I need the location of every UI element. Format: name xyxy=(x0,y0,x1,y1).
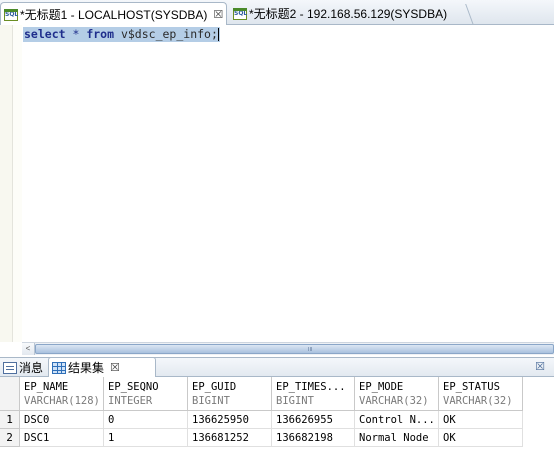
editor-tab-label: *无标题2 - 192.168.56.129(SYSDBA) xyxy=(249,7,448,21)
table-cell[interactable]: 136681252 xyxy=(188,429,272,447)
column-header-ep-seqno[interactable]: EP_SEQNO INTEGER xyxy=(104,377,188,411)
column-header-ep-guid[interactable]: EP_GUID BIGINT xyxy=(188,377,272,411)
scrollbar-thumb[interactable]: III xyxy=(35,344,554,354)
editor-ruler xyxy=(0,25,13,342)
column-name: EP_NAME xyxy=(24,381,69,393)
restore-icon[interactable]: ☒ xyxy=(535,360,545,373)
sql-star: * xyxy=(65,27,87,41)
sql-table-name: v$dsc_ep_info; xyxy=(114,27,218,41)
row-number[interactable]: 1 xyxy=(0,411,20,429)
close-icon[interactable]: ☒ xyxy=(110,361,120,374)
column-header-ep-timestamp[interactable]: EP_TIMES... BIGINT xyxy=(272,377,355,411)
scrollbar-grip: III xyxy=(308,347,313,353)
table-cell[interactable]: OK xyxy=(439,411,523,429)
editor-horizontal-scrollbar[interactable]: < III xyxy=(22,342,554,355)
table-cell[interactable]: 136682198 xyxy=(272,429,355,447)
close-icon[interactable]: ☒ xyxy=(213,8,223,21)
table-cell[interactable]: Normal Node xyxy=(355,429,439,447)
sql-code-line[interactable]: select * from v$dsc_ep_info; xyxy=(23,27,220,42)
result-grid[interactable]: EP_NAME VARCHAR(128) EP_SEQNO INTEGER EP… xyxy=(0,377,554,450)
column-type: BIGINT xyxy=(276,395,314,407)
column-type: INTEGER xyxy=(108,395,153,407)
sql-file-icon: SQL xyxy=(233,7,247,20)
table-cell[interactable]: Control N... xyxy=(355,411,439,429)
text-caret xyxy=(217,28,219,41)
column-name: EP_STATUS xyxy=(443,381,500,393)
column-name: EP_GUID xyxy=(192,381,237,393)
editor-annotation-ruler xyxy=(13,25,22,342)
sql-keyword-select: select xyxy=(24,27,66,41)
table-cell[interactable]: DSC1 xyxy=(20,429,104,447)
column-header-ep-status[interactable]: EP_STATUS VARCHAR(32) xyxy=(439,377,523,411)
table-cell[interactable]: OK xyxy=(439,429,523,447)
sql-file-icon: SQL xyxy=(4,8,18,21)
tab-messages[interactable]: 消息 xyxy=(3,358,47,377)
tab-resultset[interactable]: 结果集 ☒ xyxy=(48,357,156,377)
column-name: EP_TIMES... xyxy=(276,381,346,393)
tab-resultset-label: 结果集 xyxy=(68,361,105,375)
row-number[interactable]: 2 xyxy=(0,429,20,447)
editor-tab-label: *无标题1 - LOCALHOST(SYSDBA) xyxy=(20,8,208,22)
editor-tab-bar: SQL *无标题1 - LOCALHOST(SYSDBA) ☒ SQL *无标题… xyxy=(0,0,554,26)
editor-tab-untitled1[interactable]: SQL *无标题1 - LOCALHOST(SYSDBA) ☒ xyxy=(0,2,227,26)
column-header-ep-name[interactable]: EP_NAME VARCHAR(128) xyxy=(20,377,104,411)
grid-icon xyxy=(52,361,66,374)
tab-messages-label: 消息 xyxy=(19,361,44,375)
column-type: BIGINT xyxy=(192,395,230,407)
message-icon xyxy=(3,361,17,374)
column-type: VARCHAR(128) xyxy=(24,395,100,407)
result-panel-tab-bar: 消息 结果集 ☒ ☒ xyxy=(0,357,554,377)
column-header-ep-mode[interactable]: EP_MODE VARCHAR(32) xyxy=(355,377,439,411)
grid-corner xyxy=(0,377,20,411)
scroll-left-arrow-icon[interactable]: < xyxy=(22,343,35,355)
sql-keyword-from: from xyxy=(86,27,115,41)
table-cell[interactable]: DSC0 xyxy=(20,411,104,429)
column-name: EP_SEQNO xyxy=(108,381,159,393)
column-type: VARCHAR(32) xyxy=(443,395,513,407)
table-cell[interactable]: 136625950 xyxy=(188,411,272,429)
column-name: EP_MODE xyxy=(359,381,404,393)
table-cell[interactable]: 1 xyxy=(104,429,188,447)
table-cell[interactable]: 0 xyxy=(104,411,188,429)
editor-tab-untitled2[interactable]: SQL *无标题2 - 192.168.56.129(SYSDBA) xyxy=(230,2,470,25)
sql-editor[interactable]: select * from v$dsc_ep_info; xyxy=(0,25,554,342)
column-type: VARCHAR(32) xyxy=(359,395,429,407)
table-cell[interactable]: 136626955 xyxy=(272,411,355,429)
